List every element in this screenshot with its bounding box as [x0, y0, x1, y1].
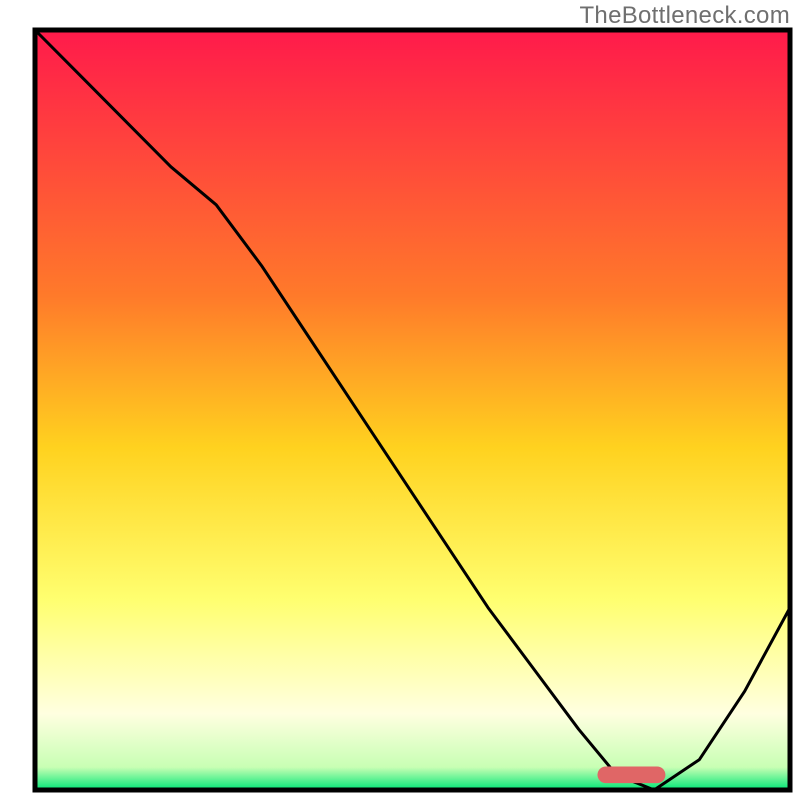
watermark-text: TheBottleneck.com: [579, 2, 790, 30]
chart-frame: TheBottleneck.com: [0, 0, 800, 800]
bottleneck-plot: [0, 0, 800, 800]
optimal-marker: [597, 766, 665, 783]
